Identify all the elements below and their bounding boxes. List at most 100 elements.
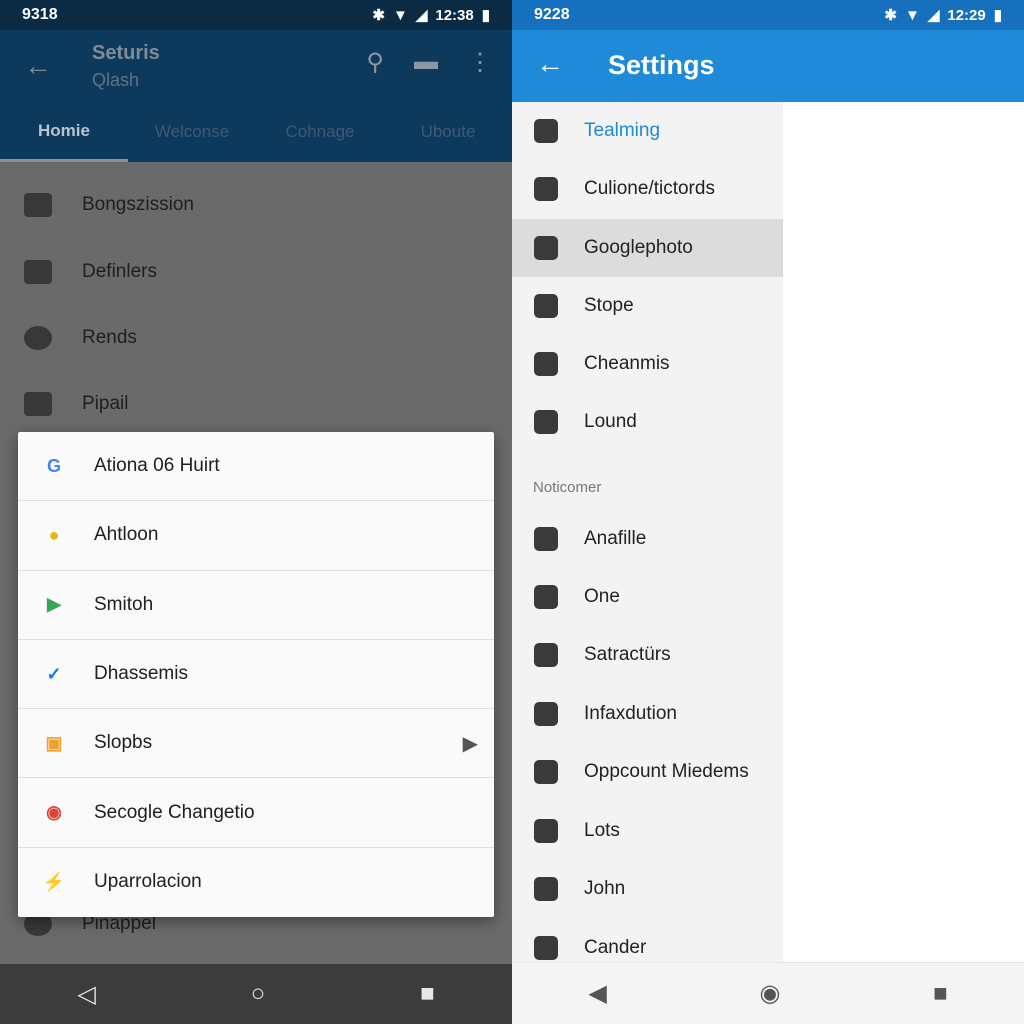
settings-item-icon (534, 527, 558, 551)
submenu-arrow-icon[interactable]: ▶ (463, 731, 478, 756)
circle-icon (24, 326, 52, 350)
dialog-option[interactable]: ◉ Secogle Changetio (18, 778, 494, 848)
settings-item-icon (534, 410, 558, 434)
dialog-option-label: Ationa 06 Huirt (94, 455, 220, 477)
dialog-option-label: Slopbs (94, 732, 153, 754)
nav-back-icon[interactable]: ◁ (77, 980, 95, 1009)
tab-change[interactable]: Cohnage (256, 102, 384, 162)
dialog-option-label: Dhassemis (94, 663, 188, 685)
settings-item-label: Stope (584, 295, 634, 316)
list-item[interactable]: Pipail (24, 392, 128, 416)
back-arrow-icon[interactable]: ← (536, 48, 564, 80)
status-time: 9228 (534, 6, 570, 23)
settings-item-icon (534, 177, 558, 201)
settings-item-icon (534, 352, 558, 376)
tab-home[interactable]: Homie (0, 102, 128, 162)
bluetooth-icon: ✱ (372, 7, 385, 24)
settings-item-label: Cheanmis (584, 353, 670, 374)
tab-welcome[interactable]: Welconse (128, 102, 256, 162)
list-item[interactable]: Definlers (24, 260, 157, 284)
app-bar: ← Settings (512, 30, 1024, 102)
app-subtitle: Qlash (92, 70, 140, 90)
status-clock: 12:38 (435, 6, 474, 24)
nav-recents-icon[interactable]: ■ (933, 980, 948, 1008)
battery-icon: ▮ (481, 7, 490, 24)
dialog-option-label: Ahtloon (94, 524, 159, 546)
settings-item[interactable]: Cheanmis (512, 335, 783, 393)
settings-item-label: Infaxdution (584, 703, 677, 724)
tab-about[interactable]: Uboute (384, 102, 512, 162)
app-bar: ← Seturis Qlash ⚲ ▬ ⋮ Homie Welconse Cohna… (0, 30, 512, 162)
play-store-icon: ▶ (47, 594, 61, 615)
settings-item[interactable]: Lots (512, 802, 783, 860)
settings-item[interactable]: Lound (512, 393, 783, 451)
more-vert-icon[interactable]: ⋮ (468, 48, 492, 77)
settings-item[interactable]: John (512, 860, 783, 918)
bluetooth-icon: ✱ (884, 7, 897, 24)
settings-item-label: Satractürs (584, 644, 671, 665)
settings-item-label: Tealming (584, 120, 661, 141)
bolt-icon: ⚡ (42, 871, 66, 892)
dialog-option[interactable]: G Ationa 06 Huirt (18, 432, 494, 502)
settings-item-label: One (584, 586, 620, 607)
check-circle-icon: ✓ (46, 663, 62, 684)
nav-recents-icon[interactable]: ■ (420, 980, 435, 1008)
dialog-option[interactable]: ▣ Slopbs ▶ (18, 709, 494, 779)
status-clock: 12:29 (947, 6, 986, 24)
settings-item[interactable]: Oppcount Miedems (512, 743, 783, 801)
signal-icon: ◢ (927, 7, 940, 24)
nav-bar: ◀ ◉ ■ (512, 962, 1024, 1024)
back-arrow-icon[interactable]: ← (24, 50, 52, 82)
chrome-icon: ● (48, 524, 60, 545)
settings-item[interactable]: Satractürs (512, 626, 783, 684)
list-item-label: Definlers (82, 261, 157, 282)
tab-bar: Homie Welconse Cohnage Uboute (0, 102, 512, 162)
left-screen: 9318 ✱ ▼ ◢ 12:38 ▮ ← Seturis Qlash ⚲ ▬ ⋮ Homie… (0, 0, 512, 1024)
list-item-label: Rends (82, 327, 137, 348)
settings-item-label: John (584, 878, 626, 899)
list-item[interactable]: Bongszission (24, 193, 194, 217)
nav-back-icon[interactable]: ◀ (588, 979, 606, 1008)
settings-item-icon (534, 877, 558, 901)
search-icon[interactable]: ⚲ (366, 48, 384, 77)
chooser-dialog: G Ationa 06 Huirt ● Ahtloon ▶ Smitoh ✓ Dhassemi… (18, 432, 494, 917)
dialog-option[interactable]: ✓ Dhassemis (18, 640, 494, 710)
status-icons: ✱ ▼ ◢ 12:38 ▮ (372, 6, 490, 25)
settings-item-label: Oppcount Miedems (584, 761, 749, 782)
settings-item[interactable]: Infaxdution (512, 685, 783, 743)
dialog-option[interactable]: ⚡ Uparrolacion (18, 848, 494, 917)
settings-item-icon (534, 643, 558, 667)
settings-item[interactable]: Culione/tictords (512, 160, 783, 218)
nav-home-icon[interactable]: ◉ (760, 979, 781, 1008)
status-icons: ✱ ▼ ◢ 12:29 ▮ (884, 6, 1002, 25)
settings-item-icon (534, 585, 558, 609)
settings-item-label: Lound (584, 411, 637, 432)
list-item-label: Pipail (82, 393, 129, 414)
battery-icon: ▮ (993, 7, 1002, 24)
settings-item[interactable]: Tealming (512, 102, 783, 160)
settings-item-icon (534, 760, 558, 784)
settings-item[interactable]: Stope (512, 277, 783, 335)
list-item[interactable]: Rends (24, 326, 137, 350)
message-icon[interactable]: ▬ (414, 48, 438, 77)
dialog-option-label: Smitoh (94, 593, 154, 615)
settings-item[interactable]: Anafille (512, 510, 783, 568)
settings-item-icon (534, 702, 558, 726)
settings-item-label: Googlephoto (584, 237, 693, 258)
status-bar: 9318 ✱ ▼ ◢ 12:38 ▮ (0, 0, 512, 30)
settings-item-icon (534, 236, 558, 260)
dialog-option[interactable]: ▶ Smitoh (18, 571, 494, 640)
settings-item-icon (534, 119, 558, 143)
settings-item[interactable]: Googlephoto (512, 219, 783, 277)
settings-item-label: Lots (584, 820, 620, 841)
list-icon (24, 392, 52, 416)
wifi-icon: ▼ (392, 6, 408, 24)
nav-home-icon[interactable]: ○ (251, 980, 266, 1008)
dialog-option[interactable]: ● Ahtloon (18, 501, 494, 571)
device-icon (24, 193, 52, 217)
app-title: Settings (608, 50, 715, 80)
section-header: Noticomer (533, 479, 602, 496)
settings-item[interactable]: One (512, 568, 783, 626)
settings-item-icon (534, 294, 558, 318)
settings-item-label: Culione/tictords (584, 178, 715, 199)
